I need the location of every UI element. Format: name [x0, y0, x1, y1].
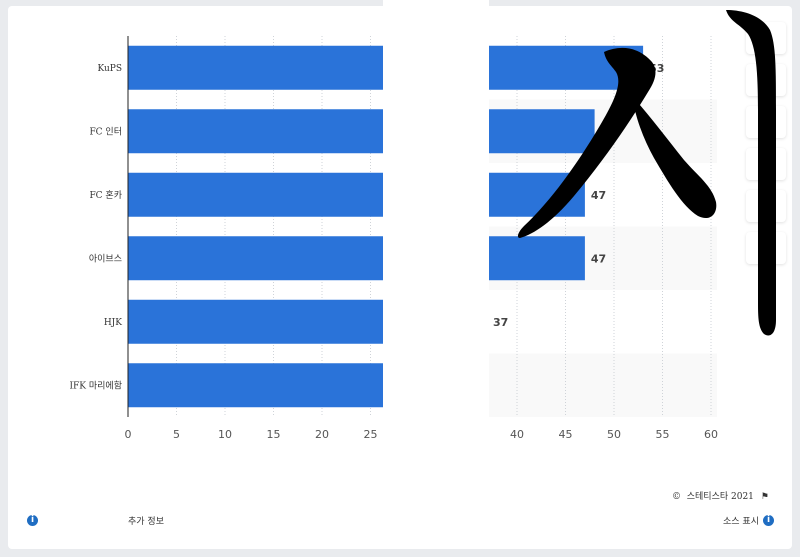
x-tick-label: 40 — [510, 428, 524, 441]
data-label: 37 — [493, 316, 508, 329]
x-tick-label: 15 — [267, 428, 281, 441]
x-tick-label: 20 — [315, 428, 329, 441]
bar — [489, 109, 595, 154]
category-label: HJK — [104, 318, 122, 328]
x-tick-label: 5 — [173, 428, 180, 441]
copyright-icon: © — [672, 492, 687, 502]
share-button-5[interactable] — [746, 190, 786, 222]
bar — [128, 109, 383, 154]
bar — [489, 172, 585, 217]
bar — [128, 236, 383, 281]
category-label: IFK 마리에함 — [69, 380, 122, 391]
flag-icon: ⚑ — [760, 492, 769, 502]
x-tick-label: 60 — [704, 428, 718, 441]
bar — [489, 236, 585, 281]
data-label: 48 — [601, 125, 616, 138]
bar — [128, 172, 383, 217]
x-tick-label: 55 — [656, 428, 670, 441]
chart-gap-panel — [383, 0, 489, 470]
show-source-link[interactable]: 소스 표시 — [723, 514, 759, 527]
category-label: 아이브스 — [89, 253, 122, 264]
bar — [128, 45, 383, 90]
copyright-text[interactable]: © 스테티스타 2021 ⚑ — [672, 489, 769, 502]
source-info-icon[interactable]: i — [763, 515, 774, 526]
share-button-3[interactable] — [746, 106, 786, 138]
share-button-1[interactable] — [746, 22, 786, 54]
bar — [489, 45, 644, 90]
x-tick-label: 45 — [559, 428, 573, 441]
x-tick-label: 25 — [364, 428, 378, 441]
data-label: 53 — [649, 62, 664, 75]
share-button-6[interactable] — [746, 232, 786, 264]
x-tick-label: 0 — [125, 428, 132, 441]
info-icon[interactable]: i — [27, 515, 38, 526]
bar — [128, 363, 383, 408]
row-band — [489, 353, 717, 417]
data-label: 47 — [591, 252, 606, 265]
category-label: KuPS — [97, 64, 122, 74]
more-info-link[interactable]: 추가 정보 — [128, 514, 164, 527]
share-button-2[interactable] — [746, 64, 786, 96]
share-button-4[interactable] — [746, 148, 786, 180]
category-label: FC 혼카 — [89, 189, 122, 201]
x-tick-label: 10 — [218, 428, 232, 441]
data-label: 47 — [591, 189, 606, 202]
category-label: FC 인터 — [89, 126, 122, 137]
bar — [128, 299, 383, 344]
x-tick-label: 50 — [607, 428, 621, 441]
